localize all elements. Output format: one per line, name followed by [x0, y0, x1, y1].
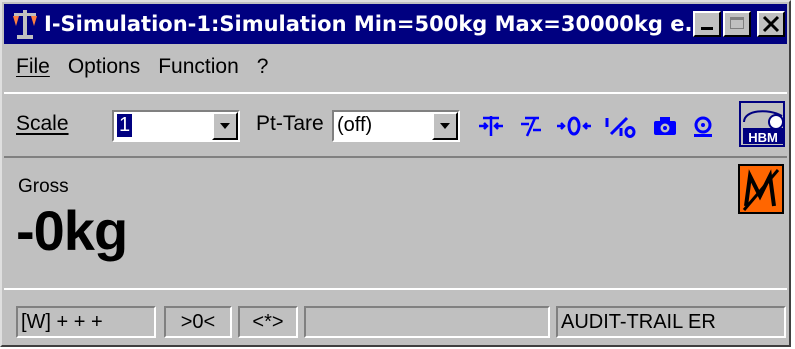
print-icon[interactable] [688, 112, 718, 140]
zero-icon[interactable] [554, 112, 594, 140]
minimize-button[interactable] [693, 11, 721, 37]
m-logo [738, 164, 784, 214]
maximize-button[interactable] [723, 11, 751, 37]
status-bar: [W] + + + >0< <*> AUDIT-TRAIL ER [4, 296, 787, 344]
weight-value: -0kg [16, 199, 128, 262]
menu-function[interactable]: Function [158, 55, 239, 79]
scale-dropdown-button[interactable] [212, 112, 238, 140]
hbm-logo: HBM [738, 100, 788, 150]
menu-file[interactable]: File [16, 55, 50, 79]
close-icon [762, 15, 780, 33]
scale-select[interactable]: 1 [112, 110, 240, 142]
minimize-icon [701, 27, 713, 30]
camera-icon[interactable] [650, 112, 680, 140]
pttare-label: Pt-Tare [256, 112, 324, 135]
menu-bar: File Options Function ? [4, 50, 787, 84]
tare-icon[interactable] [476, 112, 506, 140]
maximize-icon [730, 17, 744, 29]
scale-select-value: 1 [117, 114, 133, 137]
main-window: I-Simulation-1:Simulation Min=500kg Max=… [0, 0, 791, 347]
gross-label: Gross [18, 176, 69, 197]
status-standstill-indicator: <*> [238, 306, 298, 338]
weight-display: Gross -0kg [4, 158, 787, 290]
scale-balance-icon[interactable] [10, 7, 40, 41]
close-button[interactable] [757, 11, 785, 37]
pttare-select[interactable]: (off) [332, 110, 460, 142]
chevron-down-icon [220, 123, 230, 129]
tenfold-resolution-icon[interactable] [600, 112, 640, 140]
hbm-logo-text: HBM [748, 130, 778, 145]
title-bar[interactable]: I-Simulation-1:Simulation Min=500kg Max=… [4, 4, 787, 44]
menu-help[interactable]: ? [257, 55, 269, 79]
toolbar: Scale 1 Pt-Tare (off) HBM [4, 92, 788, 158]
m-logo-icon [742, 169, 780, 211]
status-weight-mode: [W] + + + [16, 306, 156, 338]
scale-label: Scale [16, 112, 69, 135]
status-empty-panel [304, 306, 550, 338]
menu-options[interactable]: Options [68, 55, 140, 79]
pttare-dropdown-button[interactable] [432, 112, 458, 140]
window-title: I-Simulation-1:Simulation Min=500kg Max=… [44, 12, 691, 36]
clear-tare-icon[interactable] [516, 112, 546, 140]
status-audit-trail: AUDIT-TRAIL ER [556, 306, 786, 338]
status-zero-indicator: >0< [164, 306, 232, 338]
pttare-select-value: (off) [337, 114, 373, 136]
chevron-down-icon [440, 123, 450, 129]
